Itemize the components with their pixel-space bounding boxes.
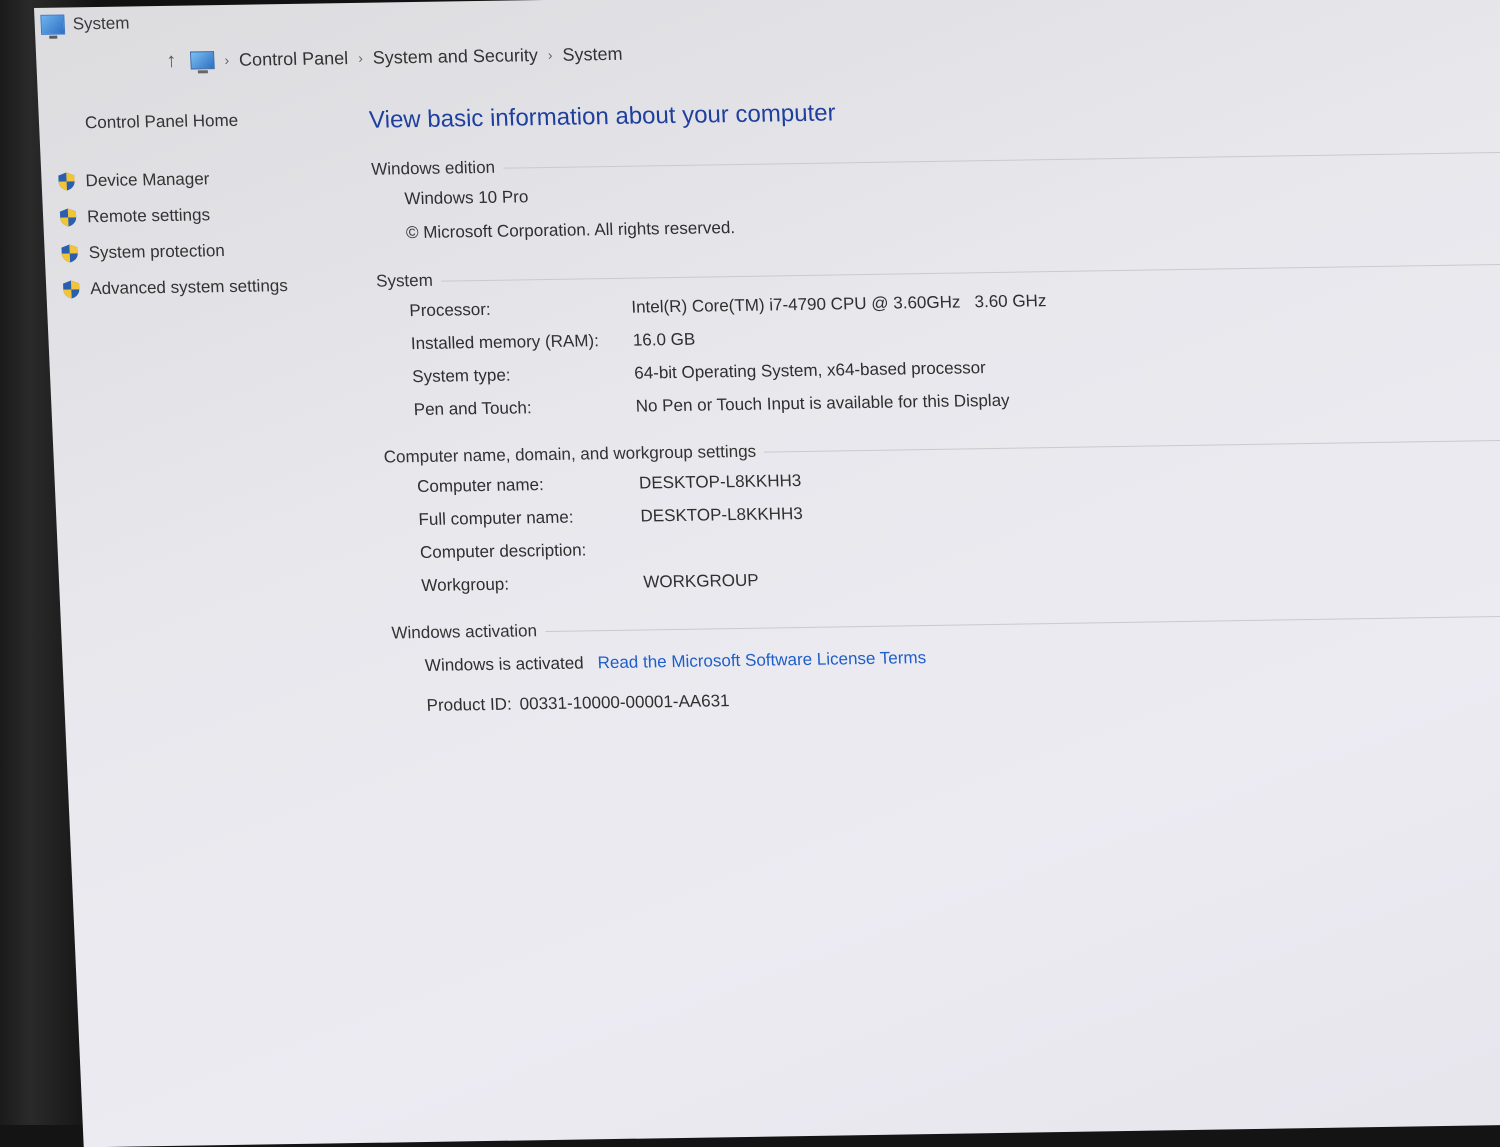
shield-icon [57, 171, 76, 191]
system-app-icon [40, 14, 66, 35]
shield-icon [59, 207, 78, 227]
info-label: Full computer name: [418, 507, 574, 530]
divider [764, 438, 1500, 453]
info-value: No Pen or Touch Input is available for t… [635, 390, 1010, 416]
chevron-right-icon[interactable]: › [358, 50, 363, 66]
system-section: System Processor: Intel(R) Core(TM) i7-4… [376, 251, 1500, 427]
section-header-label: Windows activation [391, 621, 538, 643]
info-value: 64-bit Operating System, x64-based proce… [633, 358, 987, 383]
system-window: System ↑ › Control Panel › System and Se… [34, 0, 1500, 1147]
main-content: View basic information about your comput… [368, 89, 1500, 745]
sidebar-item-advanced-system-settings[interactable]: Advanced system settings [62, 267, 354, 308]
product-id-value: 00331-10000-00001-AA631 [519, 691, 730, 714]
sidebar-item-label: Remote settings [86, 205, 211, 227]
breadcrumb-control-panel[interactable]: Control Panel [239, 48, 349, 71]
license-terms-link[interactable]: Read the Microsoft Software License Term… [597, 638, 927, 683]
up-arrow-icon[interactable]: ↑ [162, 49, 181, 72]
section-header-label: System [375, 270, 434, 291]
breadcrumb-system[interactable]: System [562, 43, 623, 65]
divider [440, 263, 1500, 282]
sidebar-item-device-manager[interactable]: Device Manager [57, 159, 349, 200]
control-panel-home-link[interactable]: Control Panel Home [85, 109, 346, 133]
info-label: Installed memory (RAM): [410, 331, 600, 354]
info-value: Intel(R) Core(TM) i7-4790 CPU @ 3.60GHz … [630, 291, 1047, 317]
sidebar-item-label: Advanced system settings [89, 276, 289, 299]
info-label: Computer description: [419, 540, 587, 562]
sidebar-item-remote-settings[interactable]: Remote settings [58, 195, 350, 236]
product-id-label: Product ID: [426, 694, 513, 715]
activation-status: Windows is activated [424, 653, 585, 675]
sidebar-item-system-protection[interactable]: System protection [60, 231, 352, 272]
chevron-right-icon[interactable]: › [547, 47, 552, 63]
info-label: Workgroup: [421, 574, 510, 595]
info-value: WORKGROUP [642, 570, 760, 592]
computer-icon[interactable] [189, 51, 215, 70]
sidebar: Control Panel Home Device Manager Remote… [55, 109, 353, 307]
info-label: System type: [411, 365, 511, 387]
section-header-label: Windows edition [370, 157, 496, 179]
windows-activation-section: Windows activation Windows is activated … [391, 602, 1500, 726]
windows-edition-section: Windows edition Windows 10 Pro © Microso… [371, 139, 1500, 251]
title-bar: System [34, 0, 1500, 42]
window-title: System [72, 13, 130, 34]
computer-name-section: Computer name, domain, and workgroup set… [383, 427, 1500, 603]
divider [544, 614, 1500, 632]
sidebar-item-label: Device Manager [85, 169, 210, 191]
shield-icon [62, 279, 81, 299]
address-bar: ↑ › Control Panel › System and Security … [162, 39, 623, 76]
sidebar-item-label: System protection [88, 241, 226, 263]
breadcrumb-system-and-security[interactable]: System and Security [372, 45, 538, 69]
info-value: 16.0 GB [632, 329, 696, 350]
info-value: DESKTOP-L8KKHH3 [638, 471, 802, 493]
info-label: Computer name: [416, 475, 545, 497]
info-label: Processor: [409, 299, 492, 321]
shield-icon [60, 243, 79, 263]
page-title: View basic information about your comput… [368, 99, 837, 134]
chevron-right-icon[interactable]: › [224, 52, 229, 68]
section-header-label: Computer name, domain, and workgroup set… [383, 441, 757, 467]
info-value: DESKTOP-L8KKHH3 [640, 503, 804, 526]
divider [502, 151, 1500, 169]
info-label: Pen and Touch: [413, 398, 532, 420]
